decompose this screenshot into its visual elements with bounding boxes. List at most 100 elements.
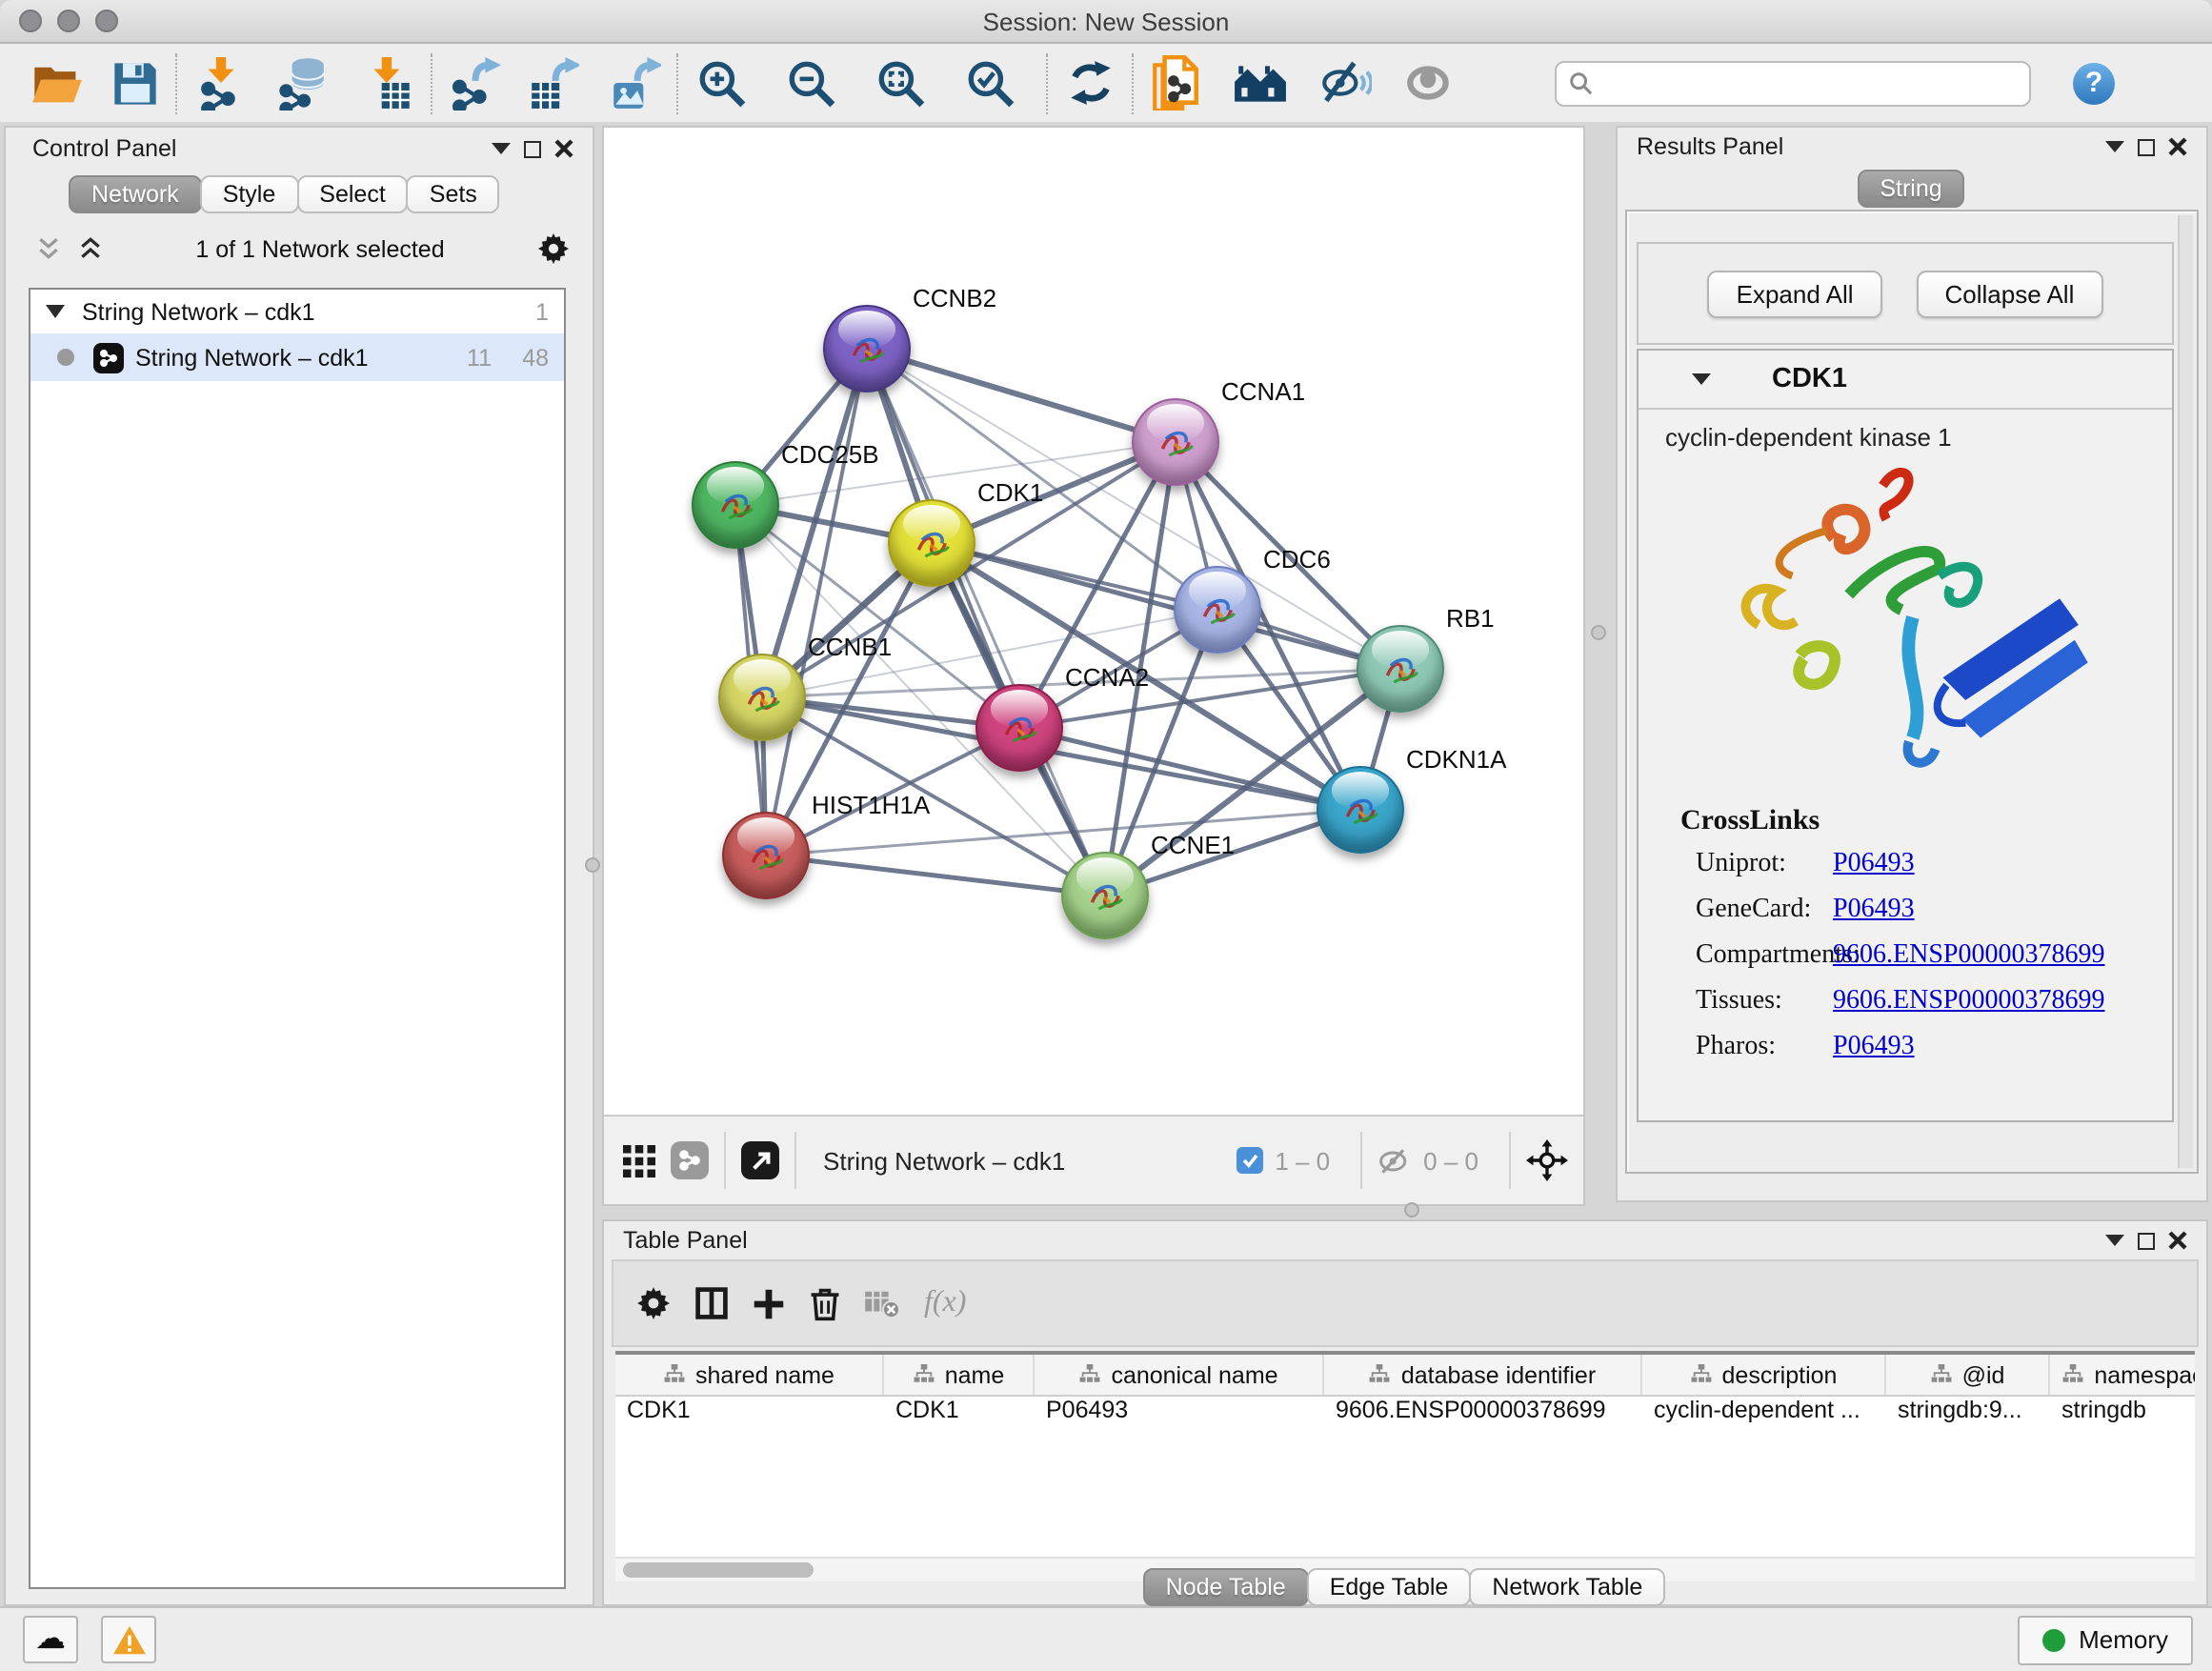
- tab-edge-table[interactable]: Edge Table: [1307, 1568, 1472, 1606]
- results-scrollbar[interactable]: [2178, 215, 2193, 1168]
- column-header-description[interactable]: description: [1642, 1355, 1886, 1395]
- expand-all-button[interactable]: Expand All: [1708, 270, 1882, 317]
- collapse-all-tree-icon[interactable]: [36, 236, 61, 261]
- network-node-cdc25b[interactable]: [692, 461, 779, 549]
- search-input[interactable]: [1600, 68, 2018, 98]
- network-collection-row[interactable]: String Network – cdk1 1: [30, 290, 564, 333]
- grid-view-icon[interactable]: [623, 1144, 655, 1177]
- section-expander-icon[interactable]: [1692, 373, 1711, 385]
- table-cell[interactable]: stringdb:9...: [1886, 1397, 2050, 1433]
- cloud-status-button[interactable]: ☁: [23, 1616, 78, 1663]
- zoom-fit-button[interactable]: [875, 54, 926, 111]
- left-splitter-handle[interactable]: [585, 857, 600, 873]
- network-edge[interactable]: [867, 349, 1176, 442]
- table-cell[interactable]: 9606.ENSP00000378699: [1324, 1397, 1642, 1433]
- network-node-ccna2[interactable]: [975, 684, 1063, 772]
- table-cell[interactable]: P06493: [1035, 1397, 1324, 1433]
- table-cell[interactable]: CDK1: [884, 1397, 1035, 1433]
- network-node-cdk1[interactable]: [888, 499, 975, 587]
- save-session-button[interactable]: [111, 54, 160, 111]
- selected-checkbox-icon[interactable]: [1237, 1147, 1263, 1174]
- crosslink-link[interactable]: P06493: [1833, 1033, 1915, 1063]
- tree-expander-icon[interactable]: [46, 305, 65, 318]
- tab-select[interactable]: Select: [296, 175, 409, 213]
- crosslink-link[interactable]: P06493: [1833, 850, 1915, 880]
- close-panel-icon[interactable]: [2168, 1231, 2187, 1250]
- show-hidden-button[interactable]: [1402, 54, 1456, 111]
- network-node-rb1[interactable]: [1357, 625, 1444, 713]
- tab-sets[interactable]: Sets: [407, 175, 500, 213]
- maximize-panel-icon[interactable]: [2138, 138, 2155, 155]
- export-network-button[interactable]: [450, 54, 501, 111]
- network-row[interactable]: String Network – cdk1 11 48: [30, 333, 564, 381]
- node-label-rb1: RB1: [1446, 604, 1495, 633]
- toolbar-separator: [1132, 52, 1136, 113]
- navigator-crosshair-icon[interactable]: [1526, 1139, 1568, 1181]
- close-panel-icon[interactable]: [554, 139, 573, 158]
- crosslinks-list: Uniprot:P06493GeneCard:P06493Compartment…: [1639, 850, 2172, 1063]
- tab-node-table[interactable]: Node Table: [1143, 1568, 1309, 1606]
- maximize-panel-icon[interactable]: [2138, 1232, 2155, 1249]
- column-header-name[interactable]: name: [884, 1355, 1035, 1395]
- network-node-hist1h1a[interactable]: [722, 812, 810, 899]
- network-edge[interactable]: [766, 856, 1105, 896]
- crosslink-link[interactable]: P06493: [1833, 896, 1915, 926]
- import-table-button[interactable]: [364, 54, 415, 111]
- clone-network-button[interactable]: [1151, 54, 1202, 111]
- crosslink-link[interactable]: 9606.ENSP00000378699: [1833, 941, 2104, 972]
- right-splitter-handle[interactable]: [1591, 625, 1606, 640]
- hide-selected-button[interactable]: [1318, 54, 1372, 111]
- network-node-ccne1[interactable]: [1061, 852, 1149, 939]
- network-canvas[interactable]: CCNB2CCNA1CDC25BCDK1CDC6RB1CCNB1CCNA2CDK…: [604, 128, 1583, 1115]
- table-cell[interactable]: stringdb: [2050, 1397, 2195, 1433]
- network-node-cdc6[interactable]: [1174, 566, 1261, 654]
- float-panel-icon[interactable]: [492, 143, 511, 154]
- column-header-namespac[interactable]: namespac: [2050, 1355, 2195, 1395]
- apply-style-button[interactable]: [1065, 54, 1116, 111]
- table-options-gear-icon[interactable]: [636, 1286, 671, 1320]
- network-edge[interactable]: [766, 349, 867, 856]
- export-table-button[interactable]: [528, 54, 579, 111]
- export-image-button[interactable]: [610, 54, 661, 111]
- network-node-ccnb2[interactable]: [823, 305, 911, 393]
- show-columns-icon[interactable]: [694, 1286, 730, 1320]
- help-button[interactable]: ?: [2073, 62, 2115, 104]
- show-all-views-button[interactable]: [1233, 54, 1288, 111]
- warnings-button[interactable]: [101, 1616, 156, 1663]
- collapse-all-button[interactable]: Collapse All: [1917, 270, 2103, 317]
- memory-button[interactable]: Memory: [2018, 1615, 2193, 1664]
- tab-network[interactable]: Network: [69, 175, 202, 213]
- gene-section-header[interactable]: CDK1: [1639, 351, 2172, 410]
- table-cell[interactable]: cyclin-dependent ...: [1642, 1397, 1886, 1433]
- zoom-in-button[interactable]: [695, 54, 747, 111]
- zoom-out-button[interactable]: [785, 54, 836, 111]
- crosslink-link[interactable]: 9606.ENSP00000378699: [1833, 987, 2104, 1017]
- string-view-icon[interactable]: [671, 1141, 709, 1179]
- table-row[interactable]: CDK1CDK1P064939606.ENSP00000378699cyclin…: [615, 1397, 2195, 1433]
- gear-icon[interactable]: [537, 232, 570, 265]
- open-session-button[interactable]: [30, 54, 84, 111]
- table-cell[interactable]: CDK1: [615, 1397, 884, 1433]
- detach-view-icon[interactable]: [741, 1141, 779, 1179]
- float-panel-icon[interactable]: [2105, 141, 2124, 152]
- network-node-cdkn1a[interactable]: [1317, 766, 1404, 854]
- expand-all-tree-icon[interactable]: [78, 236, 103, 261]
- tab-string[interactable]: String: [1857, 170, 1964, 208]
- column-header-shared-name[interactable]: shared name: [615, 1355, 884, 1395]
- network-node-ccna1[interactable]: [1132, 398, 1219, 486]
- network-node-ccnb1[interactable]: [718, 654, 806, 741]
- maximize-panel-icon[interactable]: [524, 140, 541, 157]
- tab-network-table[interactable]: Network Table: [1469, 1568, 1665, 1606]
- import-network-button[interactable]: [194, 54, 246, 111]
- create-column-plus-icon[interactable]: [753, 1287, 785, 1319]
- close-panel-icon[interactable]: [2168, 137, 2187, 156]
- import-network-from-database-button[interactable]: [276, 54, 330, 111]
- column-header-database-identifier[interactable]: database identifier: [1324, 1355, 1642, 1395]
- float-panel-icon[interactable]: [2105, 1235, 2124, 1246]
- column-header--id[interactable]: @id: [1886, 1355, 2050, 1395]
- zoom-selected-button[interactable]: [964, 54, 1016, 111]
- delete-column-trash-icon[interactable]: [808, 1285, 842, 1321]
- tab-style[interactable]: Style: [200, 175, 299, 213]
- bottom-splitter-handle[interactable]: [1404, 1202, 1419, 1218]
- column-header-canonical-name[interactable]: canonical name: [1035, 1355, 1324, 1395]
